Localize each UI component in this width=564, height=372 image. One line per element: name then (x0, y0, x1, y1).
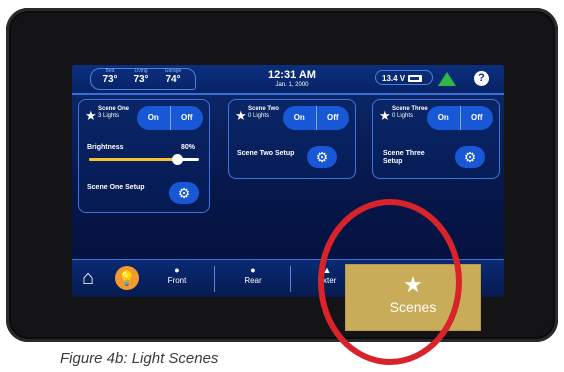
home-icon[interactable]: ⌂ (82, 268, 94, 288)
scene-three-card: ★ Scene Three 0 Lights On Off Scene Thre… (372, 99, 500, 179)
tank-level-icon[interactable] (438, 72, 456, 86)
gear-icon: ⚙ (463, 149, 477, 165)
nav-front[interactable]: ● Front (152, 265, 202, 286)
battery-voltage[interactable]: 13.4 V (375, 70, 433, 85)
scene-one-card: ★ Scene One 3 Lights On Off Brightness 8… (78, 99, 210, 213)
scene-three-setup-button[interactable]: ⚙ (455, 146, 485, 168)
scene-one-setup-label: Scene One Setup (87, 184, 145, 191)
bulb-icon: 💡 (118, 270, 136, 286)
scene-two-title: Scene Two 0 Lights (248, 106, 288, 119)
nav-rear[interactable]: ● Rear (228, 265, 278, 286)
scene-two-toggle: On Off (283, 106, 349, 130)
scene-two-setup-label: Scene Two Setup (237, 150, 295, 157)
nav-label: Rear (244, 276, 262, 285)
scene-name: Scene Three (392, 106, 428, 112)
scene-light-count: 0 Lights (248, 112, 270, 119)
bulb-icon: ● (174, 265, 180, 275)
scene-one-title: Scene One 3 Lights (98, 106, 138, 119)
temp-value: 74° (165, 74, 181, 85)
scene-one-off-button[interactable]: Off (169, 106, 204, 130)
clock-date: Jan. 1, 2000 (275, 82, 309, 88)
clock-time: 12:31 AM (268, 69, 316, 81)
star-icon: ★ (235, 108, 247, 123)
battery-icon (408, 75, 423, 83)
scene-one-on-button[interactable]: On (137, 106, 170, 130)
gear-icon: ⚙ (315, 149, 329, 165)
figure-caption: Figure 4b: Light Scenes (60, 350, 219, 367)
status-bar: Bed 73° Living 73° Garage 74° 12:31 AM J… (72, 65, 504, 95)
clock: 12:31 AM Jan. 1, 2000 (252, 69, 332, 89)
scene-one-toggle: On Off (137, 106, 203, 130)
scene-light-count: 0 Lights (392, 112, 414, 119)
lights-button[interactable]: 💡 (115, 266, 139, 290)
highlight-circle (318, 199, 462, 365)
scene-two-setup-button[interactable]: ⚙ (307, 146, 337, 168)
scene-two-card: ★ Scene Two 0 Lights On Off Scene Two Se… (228, 99, 356, 179)
nav-divider (214, 266, 215, 292)
brightness-percent: 80% (181, 144, 196, 151)
brightness-slider-knob[interactable] (172, 154, 183, 165)
brightness-label: Brightness (87, 144, 124, 151)
voltage-value: 13.4 V (382, 74, 406, 83)
bulb-icon: ● (250, 265, 256, 275)
scene-two-off-button[interactable]: Off (315, 106, 350, 130)
scene-three-title: Scene Three 0 Lights (392, 106, 432, 119)
star-icon: ★ (379, 108, 391, 123)
scene-three-toggle: On Off (427, 106, 493, 130)
help-button[interactable]: ? (474, 71, 489, 86)
star-icon: ★ (85, 108, 97, 123)
scene-three-off-button[interactable]: Off (459, 106, 494, 130)
temp-value: 73° (102, 74, 118, 85)
temp-bed: Bed 73° (96, 68, 124, 85)
scene-three-setup-label: Scene Three Setup (383, 150, 425, 165)
temp-living: Living 73° (127, 68, 155, 85)
nav-label: Front (167, 276, 187, 285)
nav-divider (290, 266, 291, 292)
gear-icon: ⚙ (177, 185, 191, 201)
scene-one-setup-button[interactable]: ⚙ (169, 182, 199, 204)
brightness-slider-fill (89, 158, 177, 161)
temp-value: 73° (133, 74, 149, 85)
brightness-slider[interactable] (89, 154, 199, 165)
scene-light-count: 3 Lights (98, 112, 120, 119)
scene-two-on-button[interactable]: On (283, 106, 316, 130)
scene-three-on-button[interactable]: On (427, 106, 460, 130)
temp-garage: Garage 74° (159, 68, 187, 85)
